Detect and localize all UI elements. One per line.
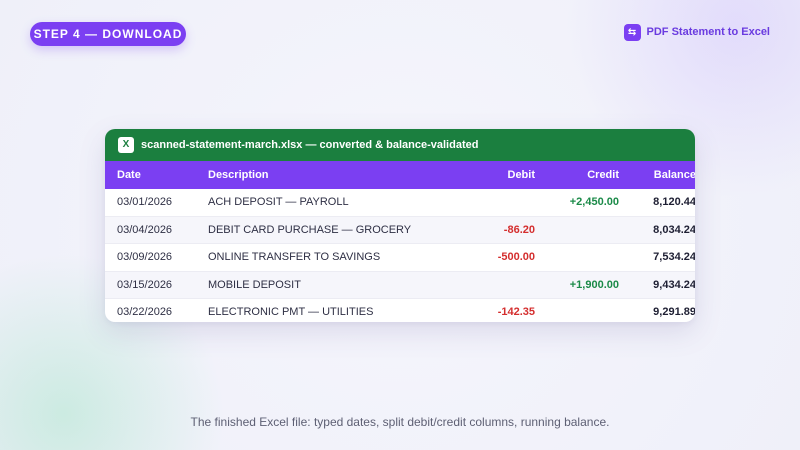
- cell-description: MOBILE DEPOSIT: [208, 271, 478, 299]
- cell-credit: [535, 216, 619, 244]
- cell-credit: [535, 243, 619, 272]
- file-title: scanned-statement-march.xlsx — converted…: [141, 139, 479, 151]
- cell-date: 03/04/2026: [105, 216, 208, 244]
- spreadsheet-card: X scanned-statement-march.xlsx — convert…: [105, 129, 695, 322]
- cell-date: 03/22/2026: [117, 306, 173, 319]
- column-header-debit: Debit: [507, 169, 536, 181]
- file-header: X scanned-statement-march.xlsx — convert…: [105, 129, 695, 161]
- column-header-date: Date: [117, 169, 141, 181]
- table-row: 03/09/2026 ONLINE TRANSFER TO SAVINGS -5…: [105, 243, 695, 272]
- caption-text: The finished Excel file: typed dates, sp…: [190, 415, 610, 429]
- brand-label: PDF Statement to Excel: [646, 26, 770, 38]
- table-row: 03/01/2026 ACH DEPOSIT — PAYROLL +2,450.…: [105, 189, 695, 217]
- cell-date: 03/15/2026: [105, 271, 208, 299]
- cell-debit: [478, 189, 535, 217]
- cell-credit: +1,900.00: [535, 271, 619, 299]
- table-row: 03/04/2026 DEBIT CARD PURCHASE — GROCERY…: [105, 216, 695, 244]
- cell-description: ELECTRONIC PMT — UTILITIES: [208, 306, 374, 319]
- cell-date: 03/01/2026: [105, 189, 208, 217]
- cell-debit: -86.20: [478, 216, 535, 244]
- column-header-description: Description: [208, 169, 269, 181]
- table-row: 03/22/2026 ELECTRONIC PMT — UTILITIES -1…: [105, 299, 695, 323]
- table-row: 03/15/2026 MOBILE DEPOSIT +1,900.00 9,43…: [105, 271, 695, 299]
- cell-debit: -500.00: [478, 243, 535, 272]
- swap-arrows-icon: ⇆: [623, 23, 641, 41]
- cell-balance: 8,034.24: [619, 216, 695, 244]
- cell-debit: -142.35: [497, 306, 535, 319]
- cell-date: 03/09/2026: [105, 243, 208, 272]
- cell-credit: +2,450.00: [535, 189, 619, 217]
- cell-description: DEBIT CARD PURCHASE — GROCERY: [208, 216, 478, 244]
- column-header-balance: Balance: [653, 169, 695, 181]
- cell-credit: [535, 299, 619, 323]
- cell-balance: 8,120.44: [619, 189, 695, 217]
- cell-balance: 7,534.24: [619, 243, 695, 272]
- cell-debit: [478, 271, 535, 299]
- column-header-credit: Credit: [587, 169, 619, 181]
- cell-description: ACH DEPOSIT — PAYROLL: [208, 189, 478, 217]
- cell-balance: 9,291.89: [653, 306, 695, 319]
- cell-description: ONLINE TRANSFER TO SAVINGS: [208, 243, 478, 272]
- brand-logo: ⇆ PDF Statement to Excel: [623, 23, 770, 41]
- excel-icon: X: [118, 137, 134, 153]
- step-badge: STEP 4 — DOWNLOAD: [30, 22, 186, 46]
- cell-balance: 9,434.24: [619, 271, 695, 299]
- statement-table: Date Description Debit Credit Balance 03…: [105, 161, 695, 322]
- table-header-row: Date Description Debit Credit Balance: [105, 161, 695, 189]
